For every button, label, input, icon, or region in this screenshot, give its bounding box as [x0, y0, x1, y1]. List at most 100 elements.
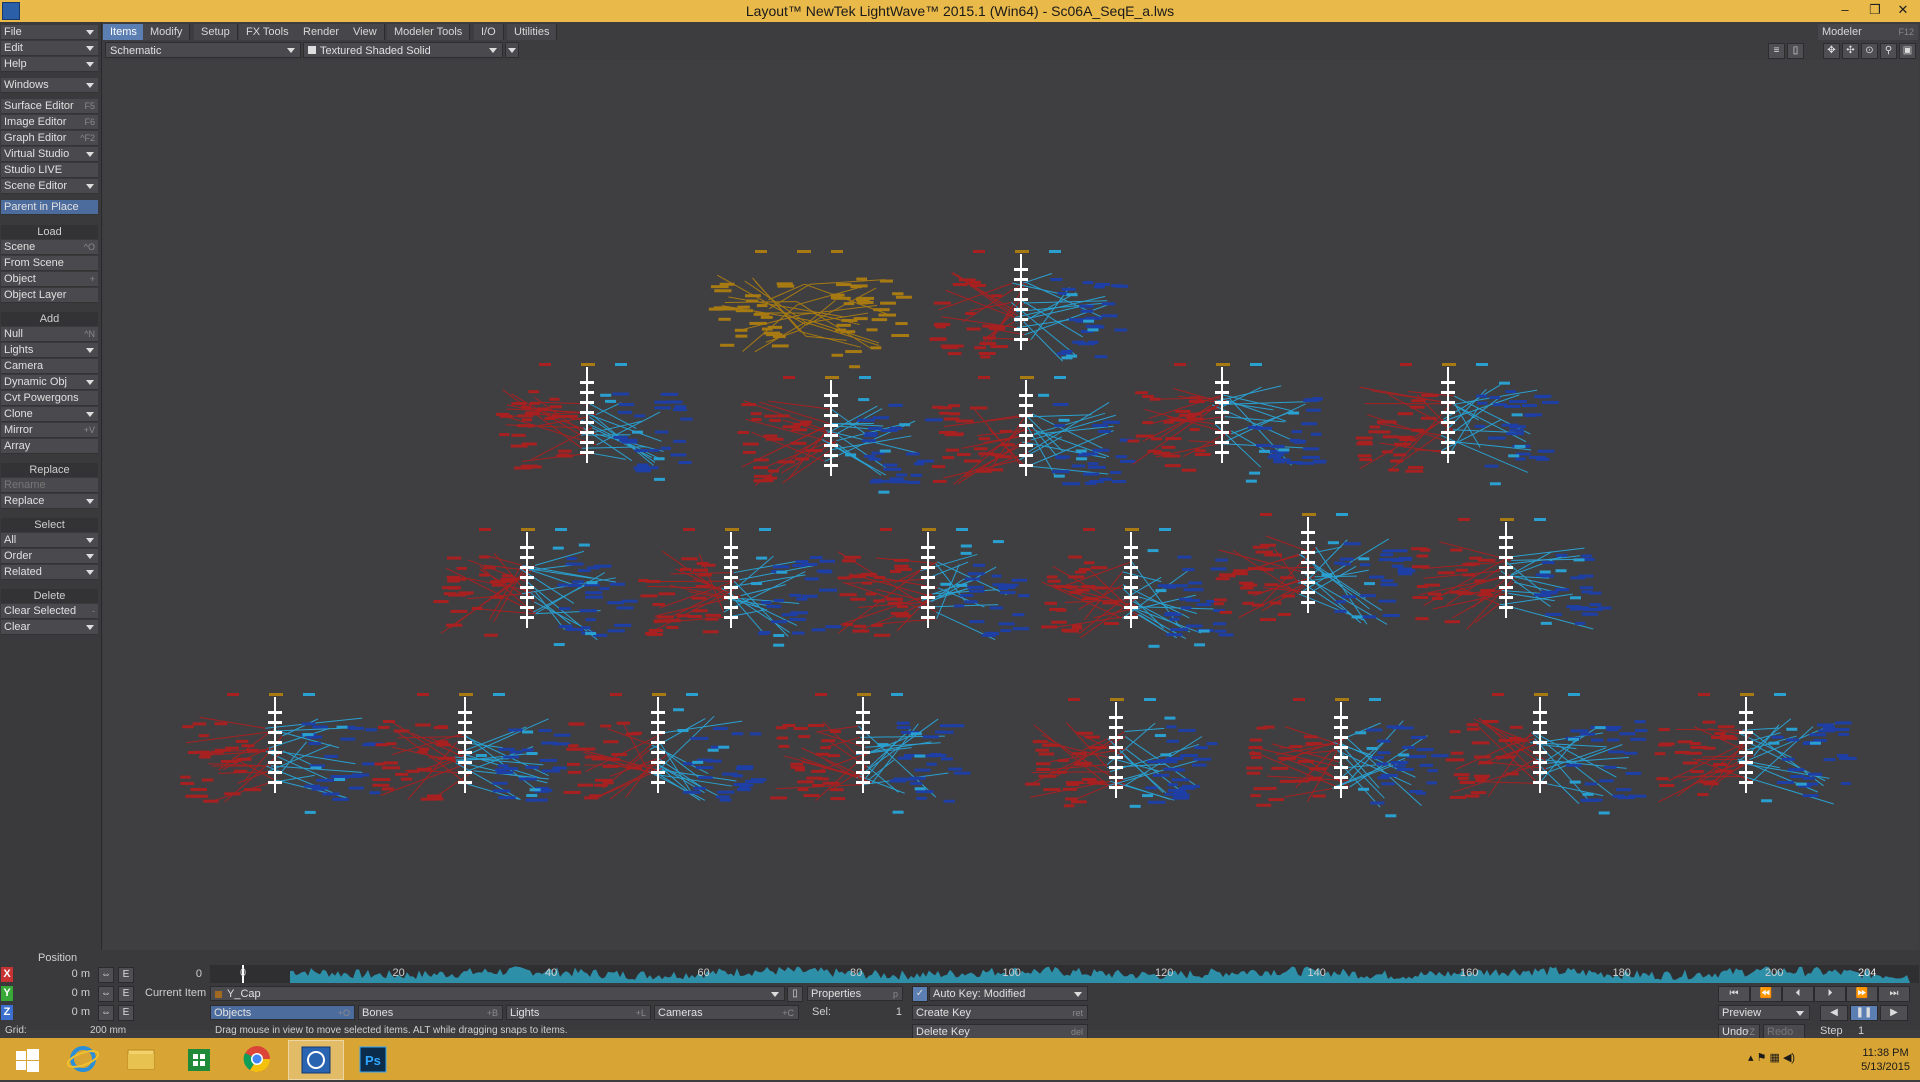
- schematic-node[interactable]: [1499, 566, 1513, 569]
- schematic-node[interactable]: [1215, 391, 1229, 394]
- schematic-node[interactable]: [1165, 437, 1181, 440]
- schematic-node[interactable]: [803, 794, 819, 797]
- schematic-node[interactable]: [600, 724, 611, 727]
- schematic-node[interactable]: [1266, 787, 1277, 790]
- schematic-node[interactable]: [493, 693, 505, 696]
- studio-live-button[interactable]: Studio LIVE: [1, 163, 98, 178]
- schematic-node[interactable]: [1777, 781, 1794, 784]
- schematic-node[interactable]: [1441, 391, 1455, 394]
- schematic-node[interactable]: [845, 453, 856, 456]
- schematic-node[interactable]: [969, 590, 985, 593]
- schematic-node[interactable]: [895, 568, 912, 571]
- rotate-view-icon[interactable]: ✣: [1842, 43, 1859, 59]
- schematic-node[interactable]: [268, 731, 282, 734]
- schematic-node[interactable]: [1344, 542, 1361, 545]
- schematic-node[interactable]: [819, 589, 837, 592]
- schematic-node[interactable]: [430, 797, 444, 800]
- schematic-node[interactable]: [1108, 421, 1120, 424]
- schematic-node[interactable]: [1051, 771, 1066, 774]
- schematic-node[interactable]: [968, 572, 985, 575]
- schematic-node[interactable]: [1301, 551, 1315, 554]
- schematic-node[interactable]: [830, 730, 841, 733]
- schematic-node[interactable]: [738, 431, 749, 434]
- schematic-node[interactable]: [944, 800, 955, 803]
- schematic-node[interactable]: [921, 576, 935, 579]
- schematic-node[interactable]: [1290, 745, 1303, 748]
- schematic-node[interactable]: [1301, 561, 1315, 564]
- schematic-node[interactable]: [705, 614, 721, 617]
- schematic-node[interactable]: [1020, 376, 1034, 379]
- schematic-node[interactable]: [188, 751, 199, 754]
- delete-key-button[interactable]: Delete Keydel: [912, 1024, 1088, 1039]
- schematic-node[interactable]: [856, 731, 870, 734]
- schematic-node[interactable]: [559, 625, 573, 628]
- tab-utilities[interactable]: Utilities: [507, 24, 557, 40]
- schematic-node[interactable]: [1410, 406, 1425, 409]
- schematic-node[interactable]: [791, 442, 806, 445]
- schematic-node[interactable]: [1334, 610, 1346, 613]
- rig-node-cluster[interactable]: [738, 376, 943, 494]
- schematic-node[interactable]: [1451, 752, 1463, 755]
- schematic-node[interactable]: [1838, 733, 1849, 736]
- store-icon[interactable]: [172, 1040, 226, 1078]
- schematic-node[interactable]: [554, 734, 571, 737]
- schematic-node[interactable]: [1574, 606, 1590, 609]
- schematic-node[interactable]: [550, 405, 562, 408]
- schematic-node[interactable]: [1465, 795, 1480, 798]
- schematic-node[interactable]: [1529, 456, 1546, 459]
- schematic-node[interactable]: [585, 591, 602, 594]
- schematic-node[interactable]: [1111, 284, 1122, 287]
- schematic-node[interactable]: [626, 732, 640, 735]
- schematic-node[interactable]: [512, 434, 526, 437]
- schematic-node[interactable]: [1065, 586, 1077, 589]
- schematic-node[interactable]: [1408, 466, 1423, 469]
- y-envelope-button[interactable]: E: [118, 986, 134, 1002]
- schematic-node[interactable]: [641, 594, 658, 597]
- next-key-icon[interactable]: ⏩: [1846, 986, 1878, 1002]
- schematic-node[interactable]: [724, 606, 738, 609]
- schematic-node[interactable]: [953, 283, 968, 286]
- schematic-node[interactable]: [717, 791, 734, 794]
- schematic-node[interactable]: [1151, 437, 1162, 440]
- schematic-node[interactable]: [378, 726, 390, 729]
- schematic-viewport[interactable]: [103, 60, 1919, 950]
- schematic-node[interactable]: [696, 766, 714, 769]
- schematic-node[interactable]: [664, 619, 681, 622]
- schematic-node[interactable]: [652, 693, 666, 696]
- schematic-node[interactable]: [1379, 558, 1396, 561]
- schematic-node[interactable]: [1655, 752, 1666, 755]
- schematic-node[interactable]: [1334, 716, 1348, 719]
- schematic-node[interactable]: [1043, 788, 1060, 791]
- schematic-node[interactable]: [479, 573, 489, 576]
- schematic-node[interactable]: [1499, 546, 1513, 549]
- schematic-node[interactable]: [1839, 757, 1857, 760]
- schematic-node[interactable]: [1392, 565, 1404, 568]
- parent-in-place-toggle[interactable]: Parent in Place: [1, 200, 98, 215]
- schematic-node[interactable]: [1739, 771, 1753, 774]
- schematic-node[interactable]: [724, 586, 738, 589]
- schematic-node[interactable]: [269, 693, 283, 696]
- schematic-node[interactable]: [1091, 586, 1108, 589]
- schematic-node[interactable]: [1424, 584, 1440, 587]
- schematic-node[interactable]: [580, 411, 594, 414]
- schematic-node[interactable]: [600, 394, 611, 397]
- schematic-node[interactable]: [926, 763, 936, 766]
- schematic-node[interactable]: [965, 312, 975, 315]
- schematic-node[interactable]: [764, 415, 776, 418]
- schematic-node[interactable]: [492, 584, 504, 587]
- schematic-node[interactable]: [322, 792, 339, 795]
- schematic-node[interactable]: [856, 761, 870, 764]
- schematic-node[interactable]: [1215, 421, 1229, 424]
- schematic-node[interactable]: [1625, 752, 1638, 755]
- tab-items[interactable]: Items: [103, 24, 145, 40]
- select-related-button[interactable]: Related: [1, 565, 98, 580]
- rig-node-cluster[interactable]: [1655, 693, 1857, 804]
- schematic-node[interactable]: [1264, 553, 1282, 556]
- schematic-node[interactable]: [1068, 575, 1084, 578]
- schematic-node[interactable]: [836, 324, 851, 327]
- schematic-node[interactable]: [1824, 758, 1836, 761]
- schematic-node[interactable]: [1246, 767, 1263, 770]
- schematic-node[interactable]: [585, 632, 596, 635]
- schematic-node[interactable]: [741, 403, 756, 406]
- schematic-node[interactable]: [1240, 587, 1253, 590]
